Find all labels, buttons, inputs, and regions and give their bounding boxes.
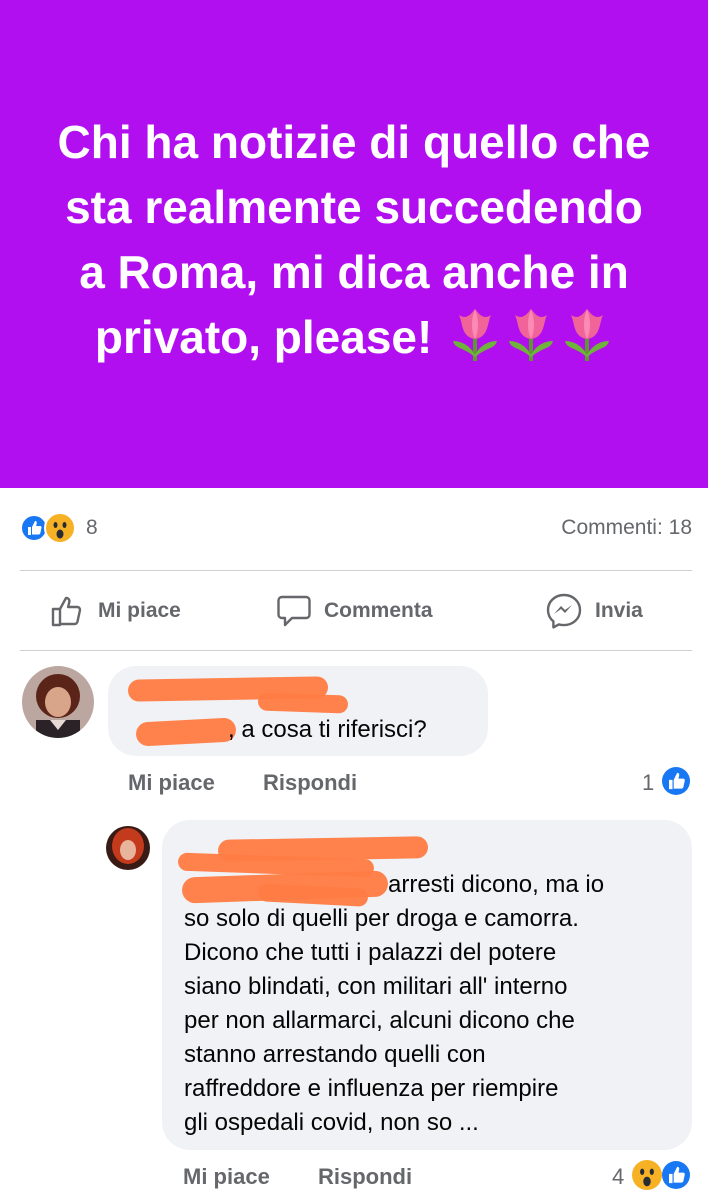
comment-reply-link[interactable]: Rispondi — [318, 1164, 412, 1190]
comment-line: stanno arrestando quelli con — [184, 1041, 486, 1068]
like-icon — [662, 1161, 690, 1189]
tulip-icon — [453, 309, 498, 361]
comment-line: Dicono che tutti i palazzi del potere — [184, 939, 557, 966]
comment-button[interactable]: Commenta — [276, 592, 433, 630]
divider — [20, 570, 692, 571]
comment-line: gli ospedali covid, non so ... — [184, 1109, 479, 1136]
redacted-mention — [135, 717, 237, 747]
avatar[interactable] — [106, 826, 150, 870]
comment-icon — [277, 595, 311, 627]
comment-like-link[interactable]: Mi piace — [183, 1164, 270, 1190]
comment-line: siano blindati, con militari all' intern… — [184, 973, 568, 1000]
comment-line: so solo di quelli per droga e camorra. — [184, 905, 579, 932]
send-button-label: Invia — [595, 599, 643, 622]
action-bar: Mi piace Commenta Invia — [0, 572, 708, 650]
redacted-name — [257, 692, 349, 714]
comment-button-label: Commenta — [324, 599, 433, 622]
comment-reply-link[interactable]: Rispondi — [263, 770, 357, 796]
comment-like-link[interactable]: Mi piace — [128, 770, 215, 796]
tulip-icon — [509, 309, 554, 361]
wow-icon — [632, 1160, 662, 1190]
post-text-block: Chi ha notizie di quello che sta realmen… — [54, 110, 654, 370]
comment-bubble: , a cosa ti riferisci? — [108, 666, 488, 756]
comment-line: per non allarmarci, alcuni dicono che — [184, 1007, 575, 1034]
comment-reaction-count: 4 — [612, 1164, 625, 1189]
post-banner: Chi ha notizie di quello che sta realmen… — [0, 0, 708, 488]
reaction-icons — [20, 512, 84, 544]
comment-bubble: arresti dicono, ma io so solo di quelli … — [162, 820, 692, 1150]
reaction-count: 8 — [86, 516, 98, 539]
wow-icon — [44, 512, 76, 544]
like-button[interactable]: Mi piace — [50, 592, 181, 630]
messenger-icon — [546, 593, 582, 629]
avatar[interactable] — [22, 666, 94, 738]
comment-text: , a cosa ti riferisci? — [228, 716, 427, 743]
comment-line: raffreddore e influenza per riempire — [184, 1075, 559, 1102]
comment-line: arresti dicono, ma io — [388, 871, 605, 898]
tulip-icon — [565, 309, 610, 361]
reactions-summary[interactable]: 8 Commenti: 18 — [20, 510, 692, 546]
comments-count[interactable]: Commenti: 18 — [561, 516, 692, 540]
send-button[interactable]: Invia — [545, 592, 643, 630]
like-button-label: Mi piace — [98, 599, 181, 622]
thumbs-up-icon — [51, 596, 82, 627]
divider — [20, 650, 692, 651]
like-icon — [662, 767, 690, 795]
comment-reaction-count: 1 — [642, 770, 655, 795]
